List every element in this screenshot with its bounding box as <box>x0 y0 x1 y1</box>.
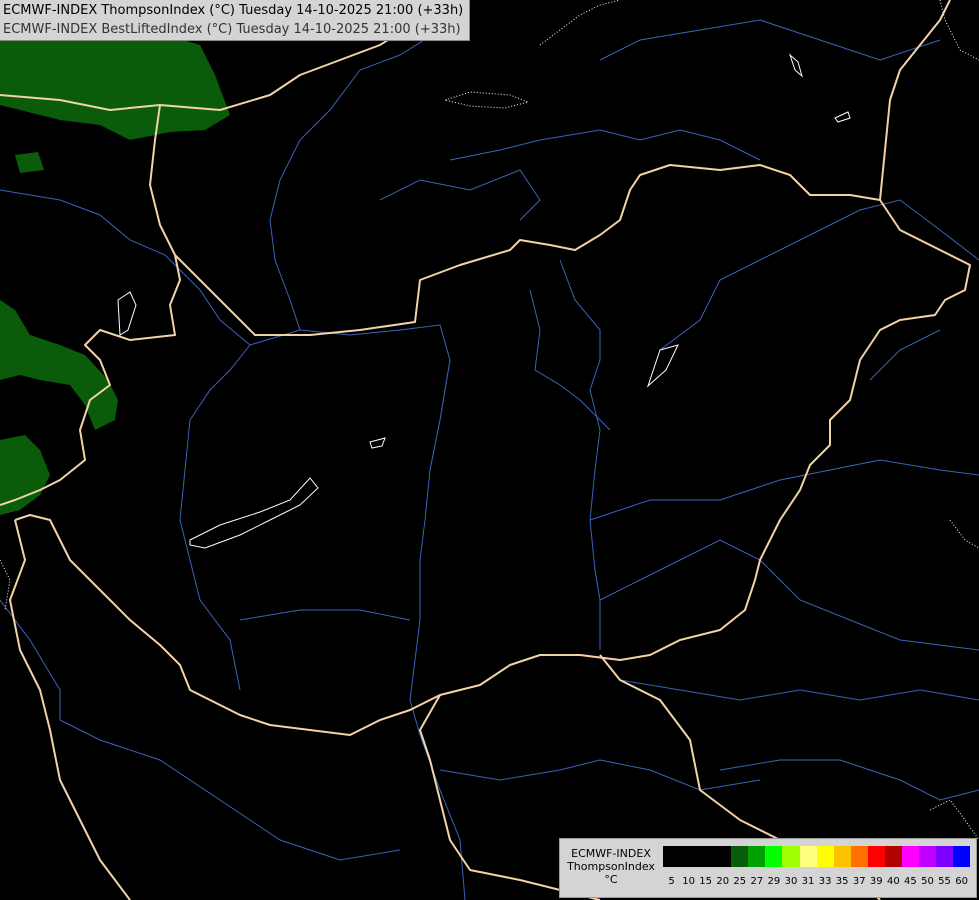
legend-unit: °C <box>604 873 618 886</box>
legend-ticks: 5 10 15 20 25 27 29 30 31 33 35 37 39 40 45 50 55 60 <box>663 875 970 889</box>
legend-tick-label: 30 <box>784 876 798 887</box>
legend-swatch <box>884 846 902 867</box>
legend-swatch <box>901 846 919 867</box>
legend-tick-label: 35 <box>835 876 849 887</box>
legend-tick-label: 5 <box>668 876 675 887</box>
legend-label: ECMWF-INDEX ThompsonIndex °C <box>562 847 660 886</box>
legend-swatch <box>833 846 851 867</box>
legend-swatch <box>799 846 817 867</box>
legend-swatch <box>663 846 681 867</box>
legend-swatch <box>850 846 868 867</box>
legend-model: ECMWF-INDEX <box>571 847 651 860</box>
legend-tick-label: 31 <box>801 876 815 887</box>
weather-map <box>0 0 979 900</box>
legend-swatch <box>867 846 885 867</box>
legend-parameter: ThompsonIndex <box>567 860 655 873</box>
legend-swatch <box>748 846 766 867</box>
title-line-best-lifted-index: ECMWF-INDEX BestLiftedIndex (°C) Tuesday… <box>3 22 461 37</box>
legend-tick-label: 60 <box>955 876 968 887</box>
legend-tick-label: 20 <box>716 876 730 887</box>
legend-swatch <box>816 846 834 867</box>
legend-swatch <box>953 846 971 867</box>
legend-swatch <box>714 846 732 867</box>
legend-tick-label: 27 <box>750 876 764 887</box>
legend-tick-label: 15 <box>699 876 713 887</box>
legend-tick-label: 50 <box>921 876 934 887</box>
legend-tick-label: 10 <box>682 876 695 887</box>
legend-tick-label: 39 <box>869 876 883 887</box>
legend-swatch <box>765 846 783 867</box>
legend-tick-label: 25 <box>733 876 747 887</box>
legend-tick-label: 37 <box>852 876 866 887</box>
title-line-thompson-index: ECMWF-INDEX ThompsonIndex (°C) Tuesday 1… <box>3 3 464 18</box>
map-title: ECMWF-INDEX ThompsonIndex (°C) Tuesday 1… <box>0 0 471 41</box>
legend-swatch <box>731 846 749 867</box>
legend-tick-label: 45 <box>904 876 917 887</box>
legend-swatch <box>936 846 954 867</box>
legend-swatches <box>663 846 971 867</box>
color-legend: ECMWF-INDEX ThompsonIndex °C 5 10 15 20 25 27… <box>559 838 977 898</box>
legend-tick-label: 40 <box>886 876 900 887</box>
legend-swatch <box>680 846 698 867</box>
legend-tick-label: 33 <box>818 876 832 887</box>
legend-tick-label: 29 <box>767 876 781 887</box>
legend-swatch <box>782 846 800 867</box>
legend-swatch <box>918 846 936 867</box>
legend-swatch <box>697 846 715 867</box>
legend-tick-label: 55 <box>938 876 951 887</box>
